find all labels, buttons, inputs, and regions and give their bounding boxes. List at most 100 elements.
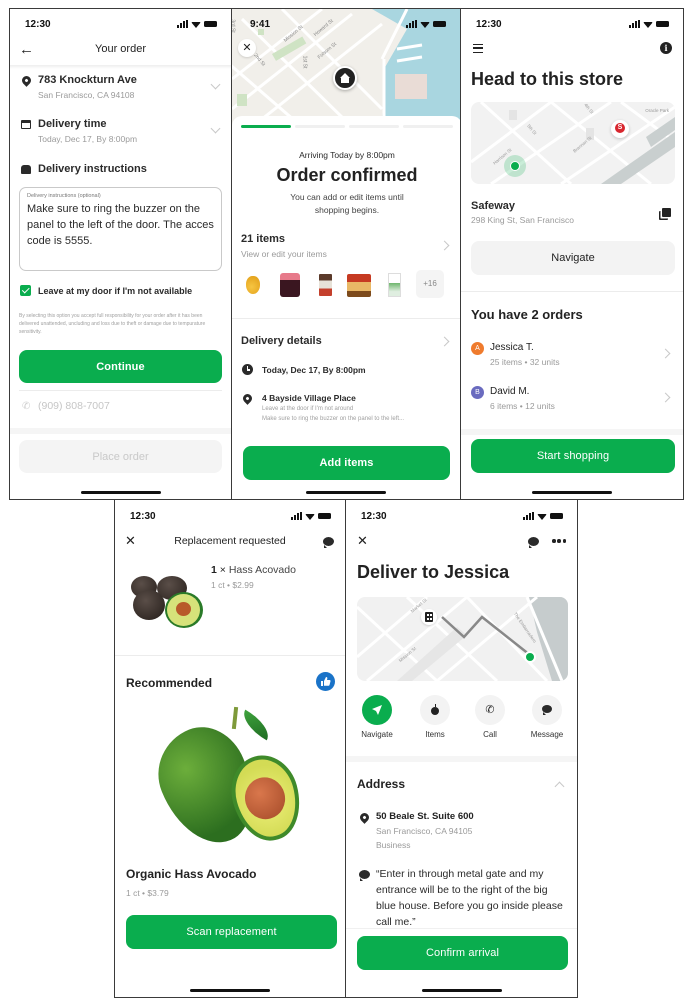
- status-bar: 12:30: [25, 17, 217, 31]
- store-map[interactable]: Oracle Park Harrison St Brannan St 5th S…: [471, 102, 675, 184]
- address-line1: 50 Beale St. Suite 600: [376, 811, 474, 822]
- delivery-time-value: Today, Dec 17, By 8:00pm: [38, 134, 138, 144]
- thumbs-up-icon: [321, 677, 331, 686]
- items-sub: View or edit your items: [241, 249, 327, 259]
- location-pin-icon: [241, 392, 254, 405]
- start-shopping-button[interactable]: Start shopping: [471, 439, 675, 473]
- order-row[interactable]: A Jessica T. 25 items • 32 units: [461, 339, 683, 371]
- clock-icon: [242, 364, 253, 375]
- navigate-action[interactable]: Navigate: [352, 695, 402, 745]
- delivery-time-row[interactable]: Delivery time Today, Dec 17, By 8:00pm: [10, 117, 231, 153]
- leave-at-door-checkbox[interactable]: [20, 285, 31, 296]
- items-count: 21 items: [241, 233, 286, 245]
- wifi-icon: [305, 512, 315, 520]
- delivery-note-1: Leave at the door if I'm not around: [262, 406, 354, 412]
- message-action[interactable]: Message: [520, 695, 574, 745]
- original-item-title: Hass Acovado: [228, 564, 296, 576]
- original-item-meta: 1 ct • $2.99: [211, 580, 254, 590]
- close-button[interactable]: ✕: [238, 39, 256, 57]
- instructions-textarea[interactable]: Delivery instructions (optional) Make su…: [19, 187, 222, 271]
- cracker-box-thumbnail: [347, 274, 371, 297]
- apple-icon: [420, 695, 450, 725]
- chevron-down-icon: [210, 79, 221, 90]
- leave-at-door-label: Leave at my door if I'm not available: [38, 286, 193, 296]
- destination-marker: [524, 651, 536, 663]
- place-order-button[interactable]: Place order: [19, 440, 222, 473]
- order-confirmed-title: Order confirmed: [276, 165, 418, 185]
- more-options-icon[interactable]: [552, 539, 566, 543]
- milk-carton-thumbnail: [388, 273, 401, 297]
- phone-field[interactable]: (909) 808-7007: [38, 400, 110, 412]
- delivery-details-heading: Delivery details: [241, 335, 322, 347]
- route-map[interactable]: Market St Mission St The Embarcadero: [357, 597, 568, 681]
- add-items-button[interactable]: Add items: [243, 446, 450, 480]
- call-action[interactable]: ✆ Call: [465, 695, 515, 745]
- action-label: Items: [425, 730, 445, 739]
- items-action[interactable]: Items: [410, 695, 460, 745]
- order-badge: A: [471, 342, 484, 355]
- recommended-heading: Recommended: [126, 676, 213, 690]
- progress-segment: [349, 125, 399, 128]
- home-indicator: [421, 989, 502, 992]
- navigate-button[interactable]: Navigate: [471, 241, 675, 275]
- recommended-product-image: [144, 705, 310, 858]
- map-label: Oracle Park: [645, 108, 669, 113]
- status-time: 12:30: [361, 510, 387, 522]
- chat-icon[interactable]: [323, 537, 334, 548]
- screen-order-confirmed: Mission St Howard St Folsom St 2nd St 1s…: [231, 8, 461, 500]
- chevron-right-icon: [439, 240, 450, 251]
- screen-deliver: 12:30 ✕ Deliver to Jessica Market St Mis…: [345, 499, 578, 998]
- item-thumbnails[interactable]: +16: [241, 269, 446, 301]
- pear-thumbnail: [246, 276, 260, 294]
- scan-replacement-button[interactable]: Scan replacement: [126, 915, 337, 949]
- instructions-label: Delivery instructions (optional): [27, 193, 101, 199]
- instructions-heading: Delivery instructions: [38, 163, 147, 175]
- chevron-up-icon[interactable]: [554, 781, 565, 792]
- chevron-right-icon: [660, 348, 671, 359]
- chevron-right-icon: [439, 336, 450, 347]
- address-type: Business: [376, 840, 411, 850]
- screen-head-to-store: 12:30 i Head to this store Oracle Park H…: [460, 8, 684, 500]
- location-pin-icon: [358, 811, 371, 824]
- chevron-down-icon: [210, 123, 221, 134]
- close-button[interactable]: ✕: [357, 533, 368, 549]
- confirm-arrival-button[interactable]: Confirm arrival: [357, 936, 568, 970]
- status-time: 12:30: [476, 18, 502, 30]
- copy-icon[interactable]: [662, 208, 671, 217]
- info-icon[interactable]: i: [660, 42, 672, 54]
- menu-icon[interactable]: [473, 44, 483, 53]
- more-items-badge[interactable]: +16: [416, 270, 444, 298]
- signal-icon: [406, 20, 417, 28]
- order-subtitle: You can add or edit items until shopping…: [290, 192, 404, 215]
- note-bubble-icon: [359, 870, 370, 881]
- action-bar: Navigate Items ✆ Call Message: [350, 695, 576, 745]
- continue-button[interactable]: Continue: [19, 350, 222, 383]
- battery-icon: [318, 513, 331, 519]
- items-row[interactable]: 21 items View or edit your items: [232, 229, 460, 259]
- delivery-details-row[interactable]: Delivery details: [232, 331, 460, 351]
- location-pin-icon: [20, 74, 33, 87]
- address-line2: San Francisco, CA 94108: [38, 90, 135, 100]
- progress-segment: [295, 125, 345, 128]
- action-label: Message: [530, 730, 564, 739]
- signal-icon: [291, 512, 302, 520]
- signal-icon: [629, 20, 640, 28]
- thumbs-up-button[interactable]: [316, 672, 335, 691]
- home-indicator: [532, 491, 612, 494]
- bottom-sheet: Arriving Today by 8:00pm Order confirmed…: [232, 116, 460, 499]
- wifi-icon: [643, 20, 653, 28]
- home-pin-icon: [333, 66, 357, 90]
- instructions-value: Make sure to ring the buzzer on the pane…: [27, 203, 214, 247]
- delivery-time-label: Delivery time: [38, 118, 107, 130]
- delivery-details-address: 4 Bayside Village Place: [262, 393, 356, 403]
- product-meta: 1 ct • $3.79: [126, 888, 169, 898]
- order-row[interactable]: B David M. 6 items • 12 units: [461, 383, 683, 415]
- action-label: Call: [483, 730, 497, 739]
- status-bar: 12:30: [361, 509, 563, 523]
- status-time: 9:41: [250, 18, 271, 30]
- chat-icon[interactable]: [528, 537, 539, 548]
- address-row[interactable]: 783 Knockturn Ave San Francisco, CA 9410…: [10, 73, 231, 111]
- page-title: Head to this store: [471, 69, 624, 89]
- oats-box-thumbnail: [319, 274, 332, 296]
- original-item-name: 1 × Hass Acovado: [211, 564, 296, 576]
